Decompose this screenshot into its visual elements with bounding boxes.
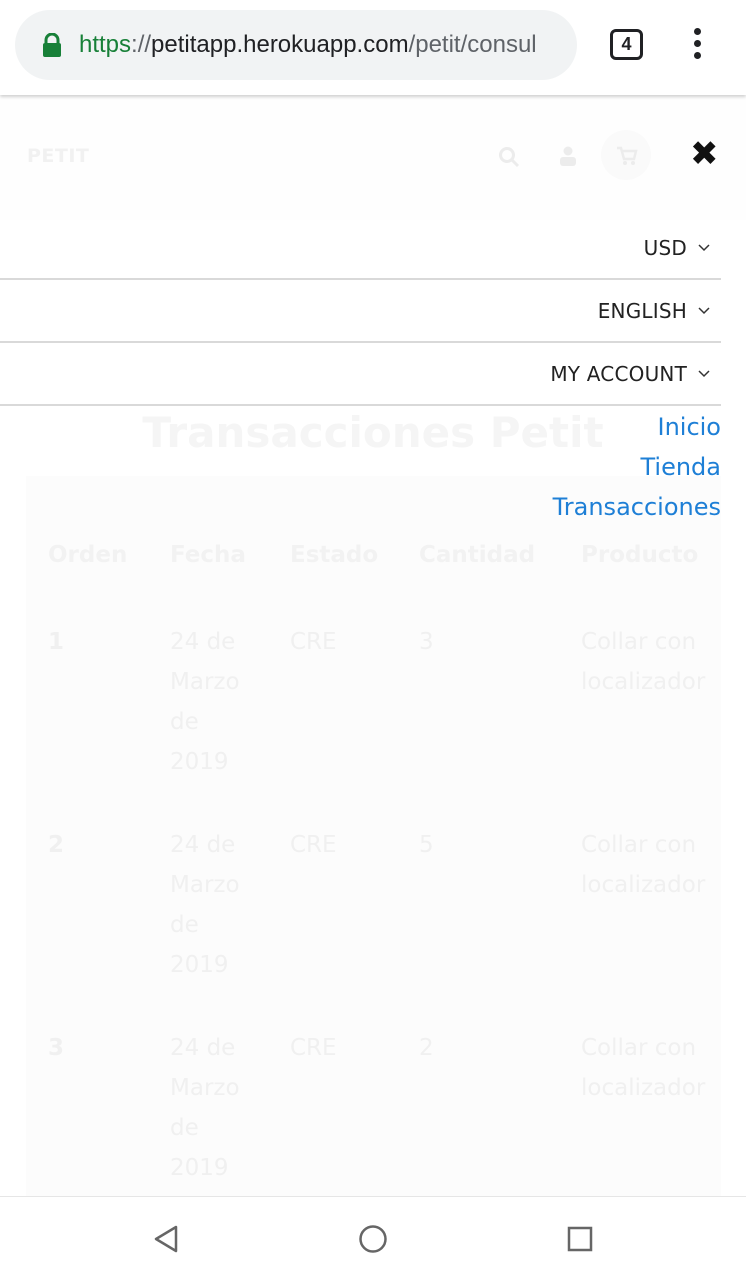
fecha-line: de [170,912,199,938]
table-cell-estado: CRE [290,629,337,655]
table-cell-fecha: 24 de Marzo de 2019 [170,825,240,985]
producto-line: Collar con [581,832,697,858]
fecha-line: 24 de [170,629,236,655]
home-circle-icon[interactable] [353,1219,393,1259]
table-header-producto: Producto [581,542,699,568]
table-cell-cantidad: 3 [419,629,434,655]
account-label: MY ACCOUNT [550,362,687,386]
table-cell-producto: Collar con localizador [581,1028,705,1108]
language-dropdown[interactable]: ENGLISH [0,281,721,343]
table-header-cantidad: Cantidad [419,542,536,568]
table-cell-orden: 2 [48,832,65,858]
browser-toolbar: https://petitapp.herokuapp.com/petit/con… [0,0,746,95]
url-path: /petit/consul [408,31,537,58]
currency-label: USD [643,236,687,260]
system-nav-bar [0,1196,746,1280]
url-text: https://petitapp.herokuapp.com/petit/con… [79,31,537,59]
nav-link-transacciones[interactable]: Transacciones [553,487,721,527]
nav-link-tienda[interactable]: Tienda [553,447,721,487]
address-bar[interactable]: https://petitapp.herokuapp.com/petit/con… [15,10,577,80]
fecha-line: 24 de [170,1035,236,1061]
table-cell-producto: Collar con localizador [581,825,705,905]
back-triangle-icon[interactable] [147,1219,187,1259]
chevron-down-icon [687,240,721,256]
table-cell-orden: 1 [48,629,65,655]
account-dropdown[interactable]: MY ACCOUNT [0,344,721,406]
url-separator: :// [131,31,152,58]
language-label: ENGLISH [597,299,687,323]
chevron-down-icon [687,303,721,319]
fecha-line: 2019 [170,1155,229,1181]
site-logo[interactable]: PETIT [27,145,89,167]
table-header-orden: Orden [48,542,128,568]
fecha-line: Marzo [170,1075,240,1101]
fecha-line: Marzo [170,872,240,898]
table-header-estado: Estado [290,542,379,568]
table-cell-cantidad: 2 [419,1035,434,1061]
table-cell-fecha: 24 de Marzo de 2019 [170,622,240,782]
tab-switcher-button[interactable]: 4 [610,29,643,60]
fecha-line: 2019 [170,952,229,978]
fecha-line: 2019 [170,749,229,775]
lock-icon [43,33,61,57]
cart-icon [617,146,638,165]
search-icon[interactable] [498,146,520,168]
chevron-down-icon [687,366,721,382]
producto-line: Collar con [581,629,697,655]
fecha-line: de [170,1115,199,1141]
producto-line: localizador [581,872,706,898]
menu-links: Inicio Tienda Transacciones [553,407,721,527]
table-header-fecha: Fecha [170,542,246,568]
more-vert-icon[interactable] [690,28,704,62]
producto-line: Collar con [581,1035,697,1061]
currency-dropdown[interactable]: USD [0,218,721,280]
close-menu-icon[interactable]: ✖ [690,134,719,174]
table-cell-producto: Collar con localizador [581,622,705,702]
producto-line: localizador [581,669,706,695]
table-cell-fecha: 24 de Marzo de 2019 [170,1028,240,1188]
table-cell-orden: 3 [48,1035,65,1061]
fecha-line: 24 de [170,832,236,858]
fecha-line: de [170,709,199,735]
fecha-line: Marzo [170,669,240,695]
nav-link-inicio[interactable]: Inicio [553,407,721,447]
table-cell-estado: CRE [290,1035,337,1061]
producto-line: localizador [581,1075,706,1101]
recents-square-icon[interactable] [560,1219,600,1259]
url-scheme: https [79,31,132,58]
table-cell-cantidad: 5 [419,832,434,858]
user-icon[interactable] [559,146,577,166]
table-cell-estado: CRE [290,832,337,858]
url-host: petitapp.herokuapp.com [151,31,409,58]
